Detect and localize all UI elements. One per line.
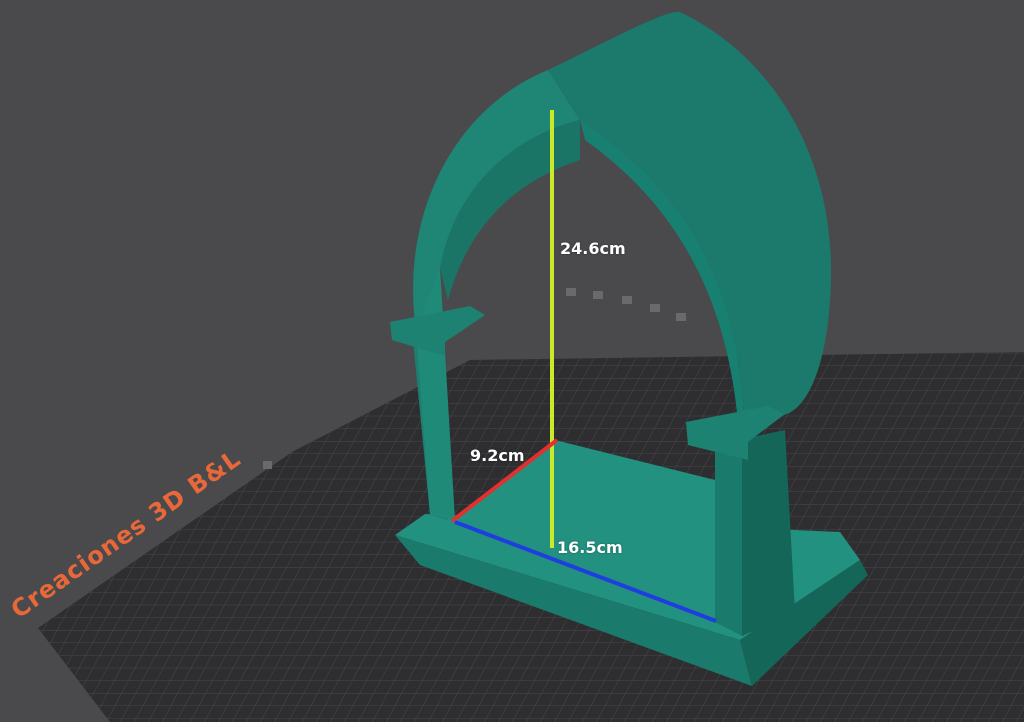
depth-dimension-label: 9.2cm <box>470 446 525 465</box>
right-pillar <box>738 430 795 636</box>
right-pillar-face <box>715 440 742 636</box>
height-dimension-label: 24.6cm <box>560 239 626 258</box>
3d-viewport[interactable] <box>0 0 1024 722</box>
left-ledge <box>390 306 485 356</box>
width-dimension-label: 16.5cm <box>557 538 623 557</box>
